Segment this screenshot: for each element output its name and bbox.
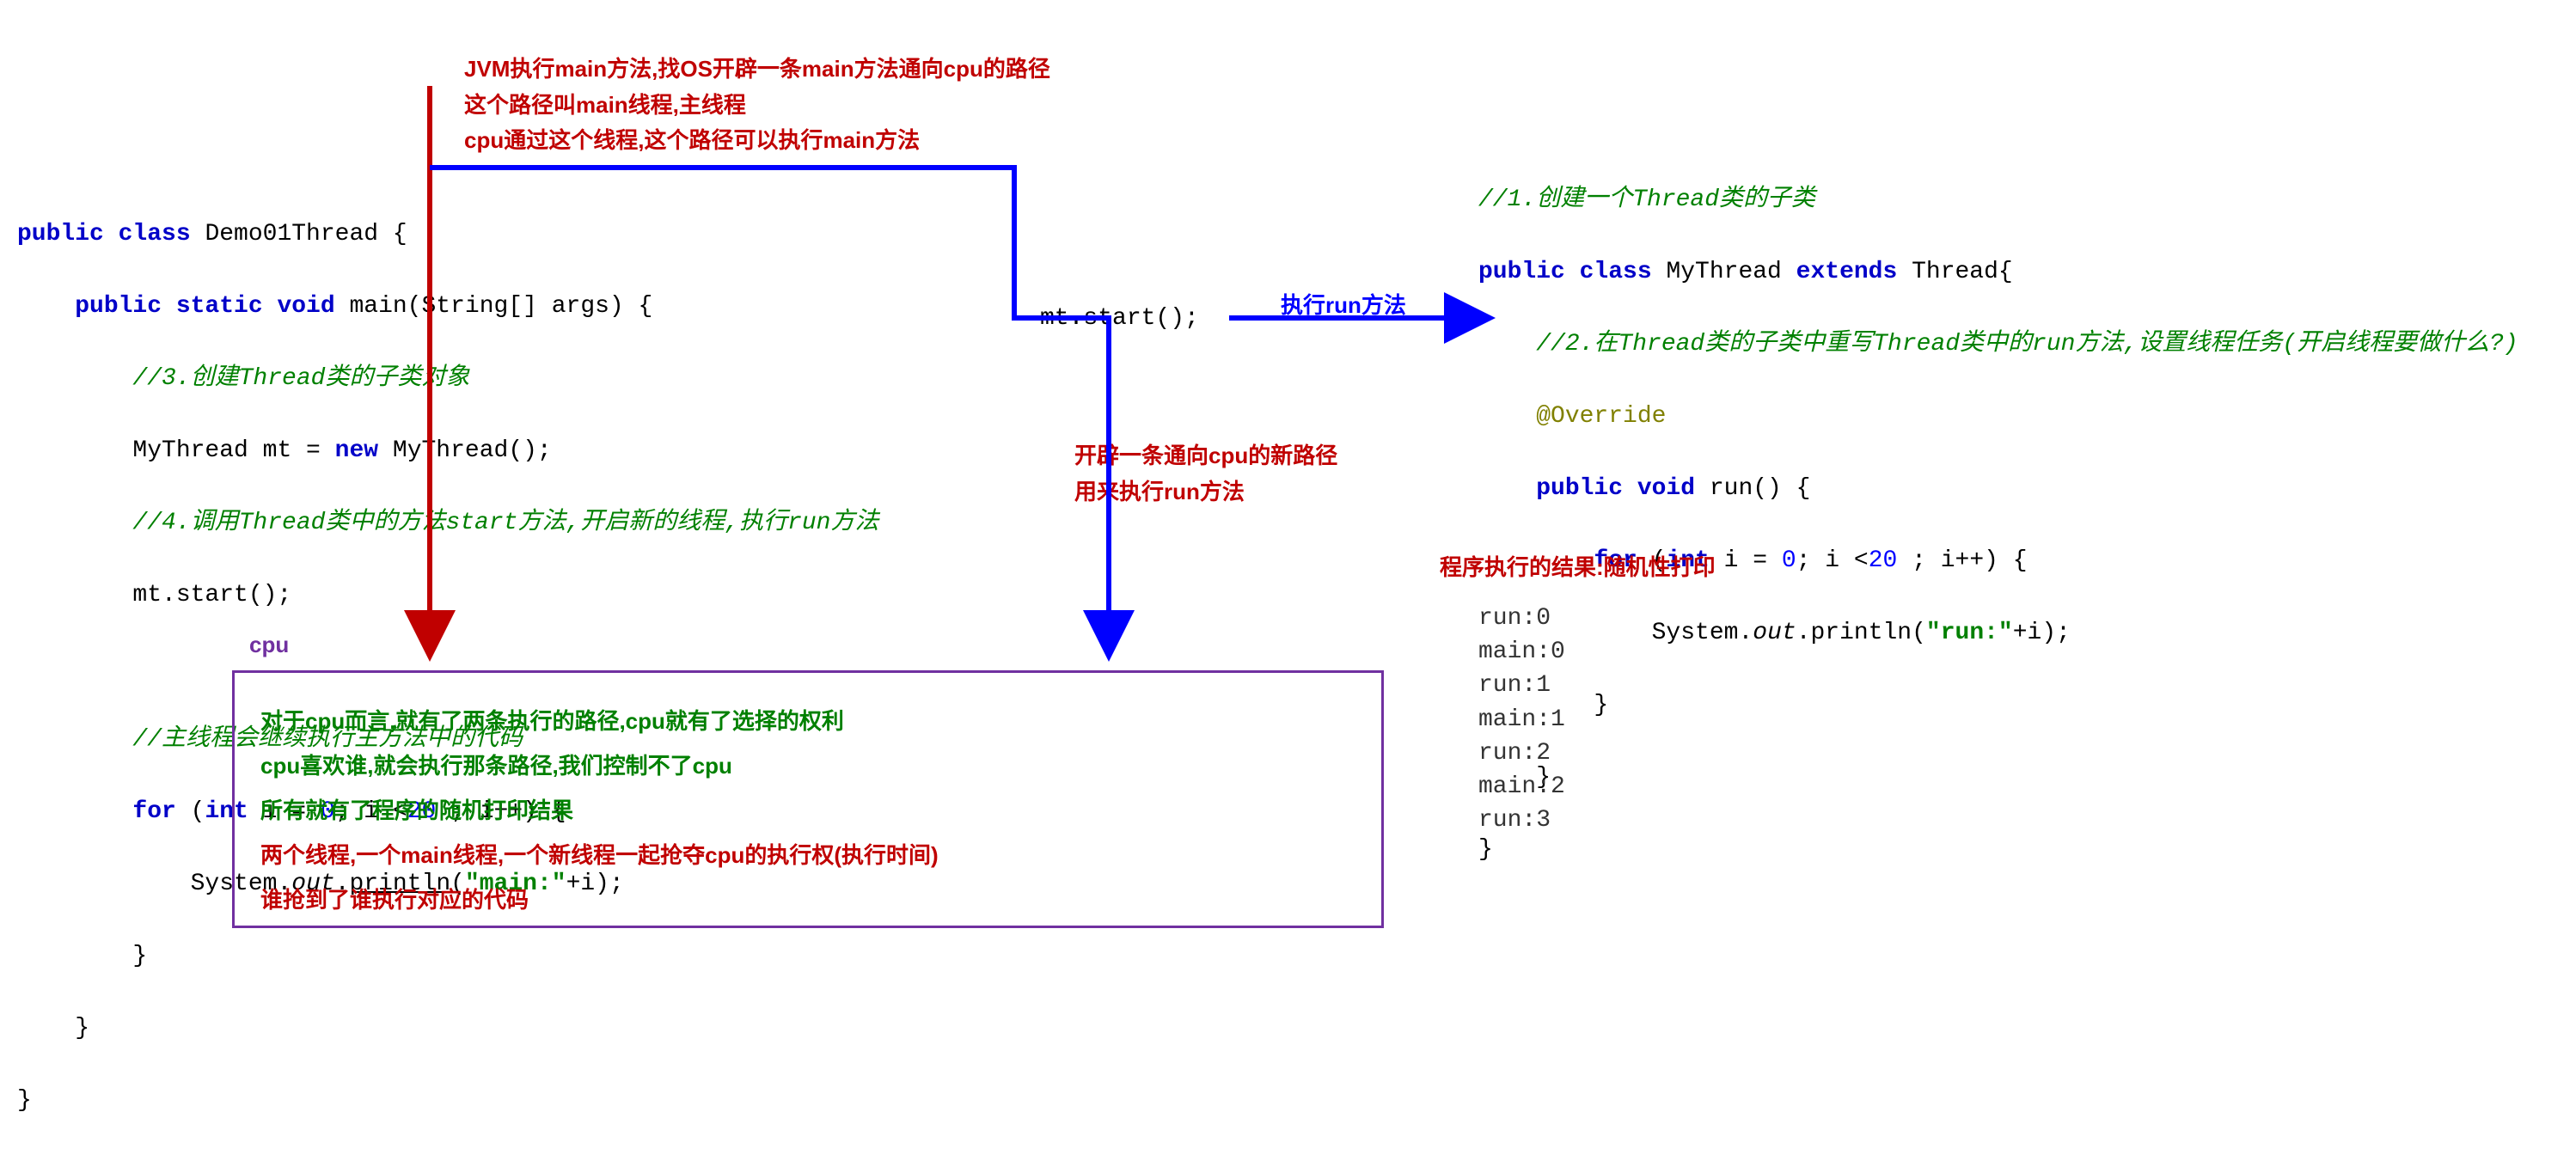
code-left: public class Demo01Thread { public stati… — [17, 180, 878, 1155]
cpu-box-line: cpu喜欢谁,就会执行那条路径,我们控制不了cpu — [260, 743, 1355, 788]
note-line: 这个路径叫main线程,主线程 — [464, 88, 1050, 124]
top-notes: JVM执行main方法,找OS开辟一条main方法通向cpu的路径 这个路径叫m… — [464, 52, 1050, 159]
output-line: run:0 — [1478, 602, 1565, 635]
output-list: run:0 main:0 run:1 main:1 run:2 main:2 r… — [1478, 602, 1565, 837]
output-line: main:2 — [1478, 770, 1565, 804]
note-line: 开辟一条通向cpu的新路径 — [1074, 438, 1337, 474]
output-line: main:1 — [1478, 703, 1565, 736]
mid-notes: 开辟一条通向cpu的新路径 用来执行run方法 — [1074, 438, 1337, 510]
mid-call: mt.start(); — [1040, 305, 1199, 332]
cpu-box-line: 所有就有了程序的随机打印结果 — [260, 788, 1355, 833]
output-line: run:1 — [1478, 669, 1565, 702]
note-line: JVM执行main方法,找OS开辟一条main方法通向cpu的路径 — [464, 52, 1050, 88]
code-right: //1.创建一个Thread类的子类 public class MyThread… — [1478, 146, 2518, 904]
note-line: 用来执行run方法 — [1074, 474, 1337, 510]
cpu-box-line: 谁抢到了谁执行对应的代码 — [260, 877, 1355, 922]
cpu-label: cpu — [249, 632, 289, 658]
output-line: main:0 — [1478, 635, 1565, 669]
result-label: 程序执行的结果:随机性打印 — [1440, 550, 1716, 582]
note-line: cpu通过这个线程,这个路径可以执行main方法 — [464, 123, 1050, 159]
cpu-box-line: 两个线程,一个main线程,一个新线程一起抢夺cpu的执行权(执行时间) — [260, 833, 1355, 877]
output-line: run:3 — [1478, 804, 1565, 837]
cpu-box: 对于cpu而言,就有了两条执行的路径,cpu就有了选择的权利 cpu喜欢谁,就会… — [232, 670, 1384, 928]
run-method-label: 执行run方法 — [1281, 288, 1406, 320]
output-line: run:2 — [1478, 736, 1565, 770]
cpu-box-line: 对于cpu而言,就有了两条执行的路径,cpu就有了选择的权利 — [260, 699, 1355, 743]
